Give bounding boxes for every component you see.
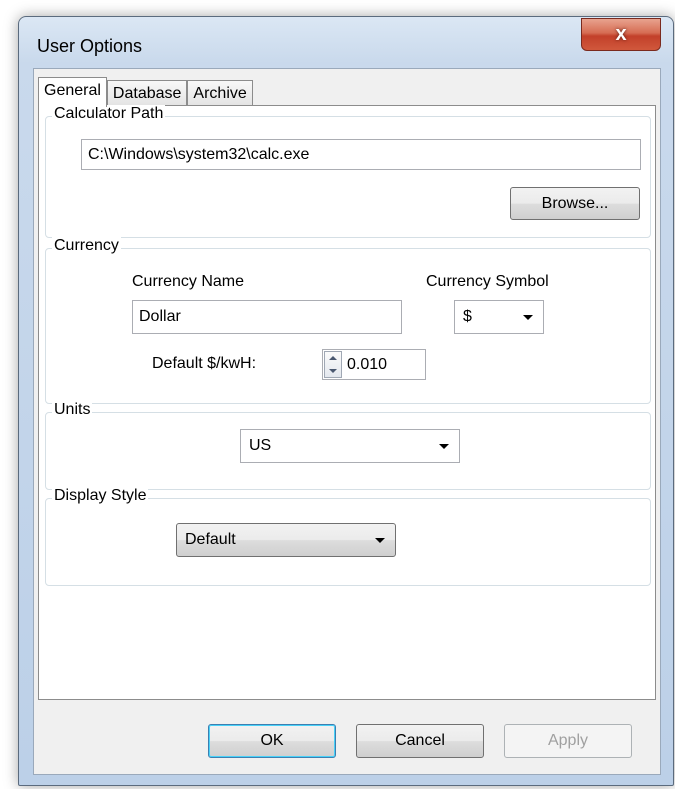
tab-general[interactable]: General — [38, 77, 107, 107]
units-group-label: Units — [52, 401, 93, 419]
currency-name-value: Dollar — [139, 308, 181, 325]
units-value: US — [249, 437, 272, 454]
close-icon: x — [615, 23, 627, 45]
units-group: Units US — [45, 401, 651, 490]
general-tab-panel: Calculator Path C:\Windows\system32\calc… — [38, 105, 656, 700]
calculator-path-group: Calculator Path C:\Windows\system32\calc… — [45, 105, 651, 238]
browse-button[interactable]: Browse... — [510, 187, 640, 220]
chevron-down-icon — [439, 444, 449, 449]
display-style-dropdown[interactable]: Default — [176, 523, 396, 557]
calculator-path-label: Calculator Path — [52, 105, 166, 123]
display-style-group: Display Style Default — [45, 487, 651, 586]
dialog-client-area: General Database Archive Calculator Path… — [33, 68, 661, 775]
cancel-button[interactable]: Cancel — [356, 724, 484, 758]
chevron-down-icon — [375, 538, 385, 543]
apply-button[interactable]: Apply — [504, 724, 632, 758]
currency-name-input[interactable]: Dollar — [132, 300, 402, 334]
currency-group: Currency Currency Name Dollar Currency S… — [45, 237, 651, 404]
calculator-path-value: C:\Windows\system32\calc.exe — [88, 145, 310, 163]
tab-strip: General Database Archive — [38, 77, 253, 107]
calculator-path-input[interactable]: C:\Windows\system32\calc.exe — [81, 139, 641, 170]
ok-button[interactable]: OK — [208, 724, 336, 758]
units-dropdown[interactable]: US — [240, 429, 460, 463]
currency-symbol-value: $ — [463, 308, 472, 325]
tab-archive[interactable]: Archive — [187, 80, 253, 106]
user-options-window: User Options x General Database Archive … — [18, 16, 674, 786]
currency-name-label: Currency Name — [132, 273, 245, 290]
spin-up-icon[interactable] — [325, 352, 341, 365]
window-title: User Options — [37, 36, 143, 56]
spin-down-icon[interactable] — [325, 365, 341, 378]
currency-symbol-label: Currency Symbol — [426, 273, 549, 290]
display-style-group-label: Display Style — [52, 487, 149, 505]
rate-spinner[interactable] — [324, 351, 342, 378]
chevron-down-icon — [523, 315, 533, 320]
display-style-value: Default — [185, 531, 236, 548]
default-rate-value: 0.010 — [347, 355, 388, 373]
close-button[interactable]: x — [581, 18, 661, 51]
currency-symbol-dropdown[interactable]: $ — [454, 300, 544, 334]
currency-group-label: Currency — [52, 237, 121, 255]
tab-database[interactable]: Database — [106, 80, 188, 106]
default-rate-label: Default $/kwH: — [152, 355, 257, 372]
